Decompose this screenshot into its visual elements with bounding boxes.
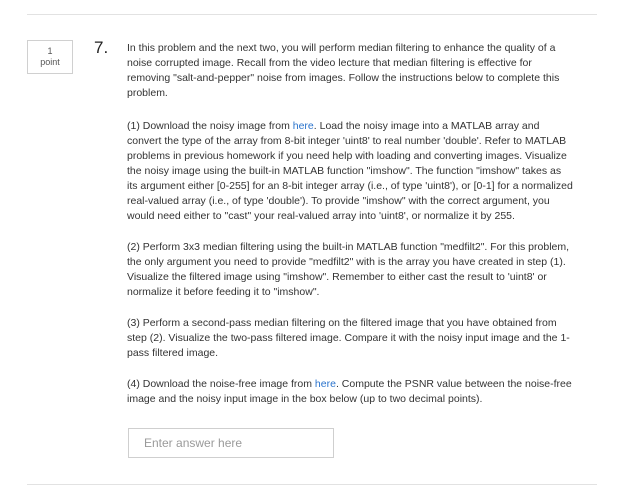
points-badge: 1 point: [27, 40, 73, 74]
step-4-prefix: (4) Download the noise-free image from: [127, 378, 315, 390]
answer-input[interactable]: [128, 428, 334, 458]
points-value: 1: [47, 46, 53, 56]
step-3: (3) Perform a second-pass median filteri…: [127, 317, 570, 359]
noise-free-image-link[interactable]: here: [315, 378, 336, 390]
step-4: (4) Download the noise-free image from h…: [127, 377, 573, 407]
step-1-prefix: (1) Download the noisy image from: [127, 120, 293, 132]
question-intro: In this problem and the next two, you wi…: [127, 42, 560, 99]
top-divider: [27, 14, 597, 15]
question-body: In this problem and the next two, you wi…: [127, 41, 573, 423]
step-2: (2) Perform 3x3 median filtering using t…: [127, 241, 570, 298]
noisy-image-link[interactable]: here: [293, 120, 314, 132]
step-1-suffix: . Load the noisy image into a MATLAB arr…: [127, 120, 573, 222]
bottom-divider: [27, 484, 597, 485]
step-1: (1) Download the noisy image from here. …: [127, 119, 573, 224]
question-number: 7.: [94, 38, 109, 57]
points-label: point: [40, 57, 60, 67]
